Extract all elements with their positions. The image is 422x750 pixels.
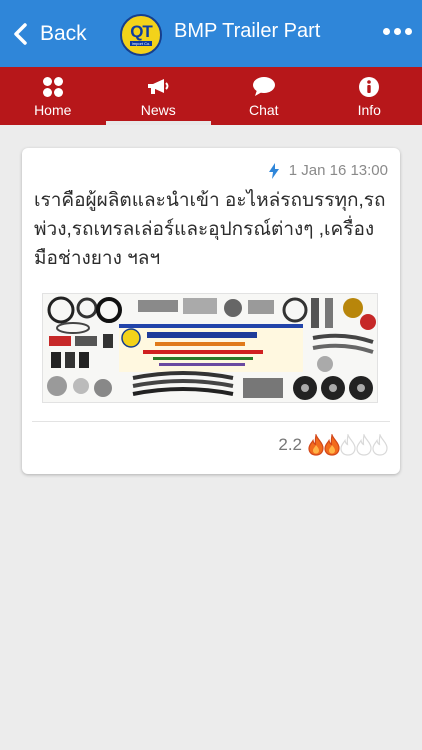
tab-label: Chat [248, 101, 279, 118]
tab-label: News [140, 101, 176, 118]
tab-label: Home [34, 101, 72, 118]
back-label: Back [40, 21, 87, 45]
tab-home[interactable]: Home [0, 67, 106, 125]
flame-empty-icon [356, 434, 372, 456]
post-image[interactable] [42, 293, 378, 403]
tab-bar: Home News Chat Info [0, 67, 422, 125]
more-menu-button[interactable] [383, 28, 412, 35]
tab-info[interactable]: Info [317, 67, 422, 125]
news-card[interactable]: 1 Jan 16 13:00 เราคือผู้ผลิตและนำเข้า อะ… [22, 148, 400, 474]
flame-filled-icon [308, 434, 324, 456]
trailer-parts-catalog-image [43, 294, 377, 402]
info-icon [358, 75, 380, 99]
rating-value: 2.2 [278, 435, 302, 454]
lightning-icon [268, 162, 279, 179]
app-header: Back QT Import Co. BMP Trailer Part [0, 0, 422, 67]
chat-bubble-icon [252, 75, 276, 99]
post-meta: 1 Jan 16 13:00 [268, 162, 388, 179]
grid-icon [42, 75, 64, 99]
dot-icon [383, 28, 390, 35]
post-date: 1 Jan 16 13:00 [288, 162, 388, 179]
logo-text: QT [130, 22, 153, 41]
megaphone-icon [146, 75, 170, 99]
flame-rating-icons [308, 434, 388, 456]
chevron-left-icon [14, 22, 27, 45]
flame-empty-icon [372, 434, 388, 456]
heat-rating[interactable]: 2.2 [278, 434, 388, 456]
logo-subtext: Import Co. [129, 41, 153, 46]
app-title: BMP Trailer Part [174, 20, 321, 42]
app-logo: QT Import Co. [120, 14, 162, 56]
tab-chat[interactable]: Chat [211, 67, 317, 125]
card-divider [32, 421, 390, 422]
tab-news[interactable]: News [105, 67, 212, 125]
flame-filled-icon [324, 434, 340, 456]
tab-label: Info [357, 101, 381, 118]
post-text: เราคือผู้ผลิตและนำเข้า อะไหล่รถบรรทุก,รถ… [34, 190, 386, 269]
back-button[interactable]: Back [10, 22, 87, 46]
dot-icon [405, 28, 412, 35]
flame-empty-icon [340, 434, 356, 456]
dot-icon [394, 28, 401, 35]
